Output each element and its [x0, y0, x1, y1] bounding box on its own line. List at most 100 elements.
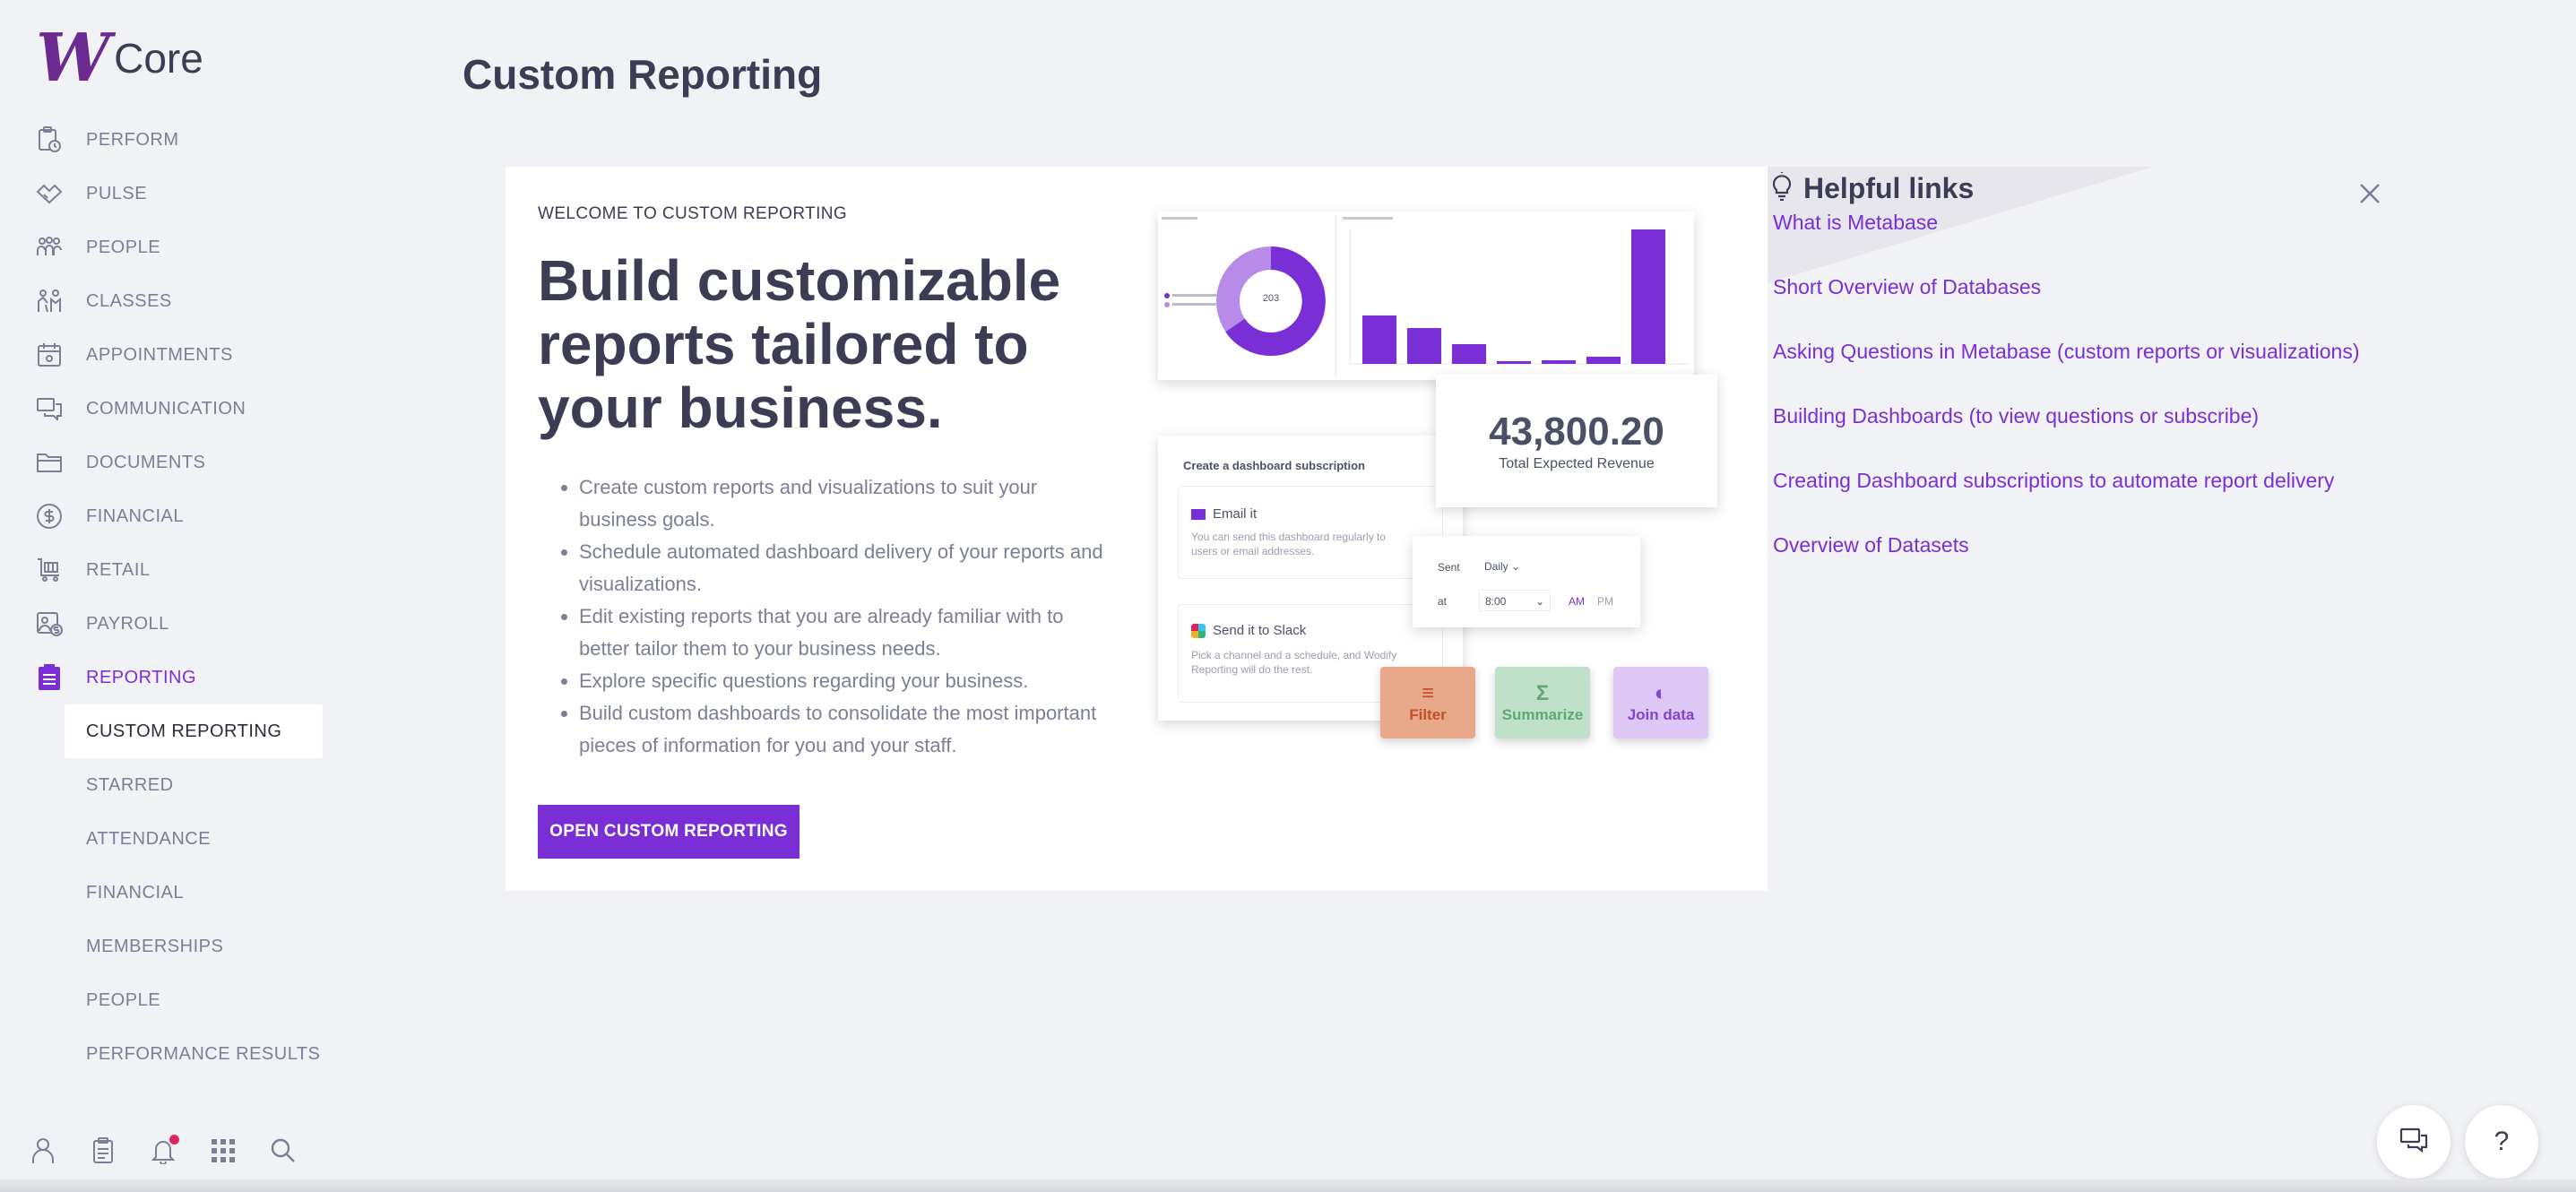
at-label: at — [1438, 595, 1448, 608]
payroll-icon — [36, 610, 63, 637]
sidebar-item-financial[interactable]: FINANCIAL — [0, 489, 341, 543]
sidebar: W Core PERFORM PULSE PEOPLE CLASSES APPO… — [0, 0, 341, 1192]
illustration-chart-panel: 203 — [1158, 212, 1694, 380]
time-select: 8:00 ⌄ — [1479, 590, 1551, 611]
sidebar-item-payroll[interactable]: PAYROLL — [0, 597, 341, 651]
join-data-tile: ◐ Join data — [1613, 667, 1708, 739]
help-link-dashboard-subscriptions[interactable]: Creating Dashboard subscriptions to auto… — [1773, 462, 2360, 527]
notification-dot — [169, 1135, 179, 1144]
helpful-links-title: Helpful links — [1803, 172, 1975, 204]
sidebar-item-label: PAYROLL — [86, 613, 169, 634]
feature-item: Create custom reports and visualizations… — [579, 471, 1108, 536]
feature-list: Create custom reports and visualizations… — [570, 471, 1108, 762]
sidebar-item-pulse[interactable]: PULSE — [0, 167, 341, 220]
bottom-strip — [0, 1179, 2576, 1192]
welcome-headline: Build customizable reports tailored to y… — [538, 248, 1061, 440]
subscription-title: Create a dashboard subscription — [1183, 459, 1365, 472]
donut-center-label: 203 — [1263, 293, 1279, 304]
dollar-circle-icon — [36, 503, 63, 530]
sidebar-item-label: RETAIL — [86, 559, 151, 580]
sidebar-item-appointments[interactable]: APPOINTMENTS — [0, 328, 341, 382]
sidebar-item-people[interactable]: PEOPLE — [0, 220, 341, 274]
subnav-performance-results[interactable]: PERFORMANCE RESULTS — [0, 1027, 341, 1081]
lightbulb-icon — [1771, 172, 1793, 205]
page-title: Custom Reporting — [462, 51, 823, 98]
subnav-attendance[interactable]: ATTENDANCE — [0, 812, 341, 866]
welcome-card: WELCOME TO CUSTOM REPORTING Build custom… — [506, 167, 1768, 891]
filter-tile: ≡ Filter — [1380, 667, 1475, 739]
am-option: AM — [1569, 595, 1585, 608]
join-icon: ◐ — [1654, 681, 1668, 705]
subnav-financial[interactable]: FINANCIAL — [0, 866, 341, 920]
chat-icon — [2399, 1127, 2428, 1157]
logo-mark: W — [36, 20, 110, 97]
cart-icon — [36, 557, 63, 583]
help-link-what-is-metabase[interactable]: What is Metabase — [1773, 204, 2360, 269]
subnav-starred[interactable]: STARRED — [0, 758, 341, 812]
sidebar-item-retail[interactable]: RETAIL — [0, 543, 341, 597]
reporting-illustration: 203 Create a dashboard subscription Emai… — [1154, 212, 1728, 785]
feature-item: Edit existing reports that you are alrea… — [579, 600, 1108, 665]
subnav-memberships[interactable]: MEMBERSHIPS — [0, 920, 341, 973]
helpful-links-header: Helpful links — [1771, 172, 1974, 205]
sidebar-item-communication[interactable]: COMMUNICATION — [0, 382, 341, 436]
sidebar-item-label: FINANCIAL — [86, 505, 184, 526]
classes-icon — [36, 288, 63, 315]
chat-button[interactable] — [2377, 1105, 2451, 1179]
feature-item: Build custom dashboards to consolidate t… — [579, 697, 1108, 762]
help-link-asking-questions[interactable]: Asking Questions in Metabase (custom rep… — [1773, 333, 2360, 398]
sidebar-item-perform[interactable]: PERFORM — [0, 113, 341, 167]
sidebar-item-reporting[interactable]: REPORTING — [0, 651, 341, 704]
slack-option-title: Send it to Slack — [1213, 623, 1307, 638]
logo-text: Core — [114, 35, 203, 82]
sent-label: Sent — [1438, 561, 1460, 574]
sidebar-item-label: PEOPLE — [86, 237, 161, 257]
people-icon — [36, 234, 63, 261]
revenue-value: 43,800.20 — [1489, 410, 1664, 453]
welcome-eyebrow: WELCOME TO CUSTOM REPORTING — [538, 204, 848, 223]
sidebar-item-label: APPOINTMENTS — [86, 344, 233, 365]
open-custom-reporting-button[interactable]: OPEN CUSTOM REPORTING — [538, 805, 800, 859]
slack-icon — [1191, 623, 1206, 638]
apps-grid-icon[interactable] — [207, 1135, 239, 1167]
sidebar-item-label: REPORTING — [86, 667, 197, 687]
chat-icon — [36, 395, 63, 422]
sidebar-item-label: COMMUNICATION — [86, 398, 246, 419]
subnav-people[interactable]: PEOPLE — [0, 973, 341, 1027]
clipboard-clock-icon — [36, 126, 63, 153]
helpful-links-list: What is Metabase Short Overview of Datab… — [1773, 204, 2360, 592]
handshake-icon — [36, 180, 63, 207]
help-link-datasets-overview[interactable]: Overview of Datasets — [1773, 527, 2360, 592]
sidebar-item-label: PERFORM — [86, 129, 179, 150]
sidebar-item-label: CLASSES — [86, 290, 172, 311]
summarize-tile: Σ Summarize — [1495, 667, 1590, 739]
help-button[interactable]: ? — [2465, 1105, 2538, 1179]
bell-icon[interactable] — [147, 1135, 179, 1167]
sidebar-item-label: DOCUMENTS — [86, 452, 206, 472]
help-link-databases-overview[interactable]: Short Overview of Databases — [1773, 269, 2360, 333]
help-link-building-dashboards[interactable]: Building Dashboards (to view questions o… — [1773, 398, 2360, 462]
sidebar-item-classes[interactable]: CLASSES — [0, 274, 341, 328]
envelope-icon — [1191, 508, 1206, 520]
calendar-icon — [36, 341, 63, 368]
illustration-revenue-card: 43,800.20 Total Expected Revenue — [1436, 375, 1717, 507]
close-icon[interactable] — [2356, 179, 2384, 208]
search-icon[interactable] — [267, 1135, 299, 1167]
clipboard-icon[interactable] — [87, 1135, 119, 1167]
app-logo[interactable]: W Core — [36, 25, 203, 91]
sidebar-item-label: PULSE — [86, 183, 148, 203]
pm-option: PM — [1597, 595, 1613, 608]
sidebar-item-documents[interactable]: DOCUMENTS — [0, 436, 341, 489]
revenue-label: Total Expected Revenue — [1499, 456, 1655, 471]
user-icon[interactable] — [27, 1135, 59, 1167]
illustration-schedule-panel: Sent Daily ⌄ at 8:00 ⌄ AM PM — [1413, 536, 1640, 627]
sigma-icon: Σ — [1535, 681, 1550, 705]
feature-item: Explore specific questions regarding you… — [579, 665, 1108, 697]
report-icon — [36, 664, 63, 691]
filter-icon: ≡ — [1421, 681, 1434, 705]
feature-item: Schedule automated dashboard delivery of… — [579, 536, 1108, 600]
question-icon: ? — [2494, 1127, 2510, 1156]
folder-icon — [36, 449, 63, 476]
subnav-custom-reporting[interactable]: CUSTOM REPORTING — [65, 704, 323, 758]
email-option-title: Email it — [1213, 506, 1258, 522]
